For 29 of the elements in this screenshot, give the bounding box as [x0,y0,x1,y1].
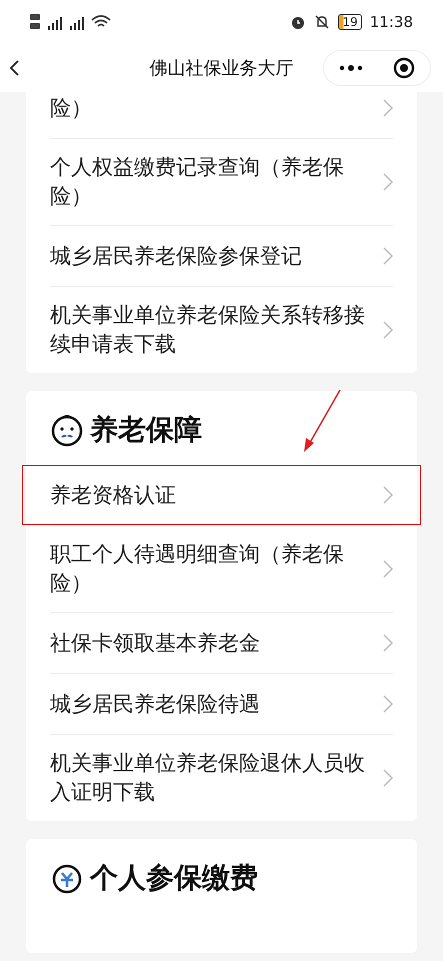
chevron-icon [383,486,393,504]
section-heading: 养老保障 [90,412,202,448]
menu-item[interactable]: 城乡居民养老保险待遇 [50,690,260,718]
chevron-icon [383,560,393,578]
alarm-icon [290,14,306,30]
chevron-icon [383,173,393,191]
menu-item[interactable]: 养老资格认证 [50,480,176,510]
page-title: 佛山社保业务大厅 [150,57,294,80]
battery-indicator: 19 [338,14,362,30]
menu-item[interactable]: 机关事业单位养老保险退休人员收入证明下载 [50,749,368,807]
menu-item[interactable]: 险） [50,94,92,122]
chevron-icon [383,99,393,117]
back-icon[interactable] [9,60,21,76]
menu-item[interactable]: 职工个人待遇明细查询（养老保险） [50,540,368,598]
mute-icon [314,14,330,30]
chevron-icon [383,321,393,339]
menu-item[interactable]: 社保卡领取基本养老金 [50,628,260,658]
chevron-icon [383,769,393,787]
chevron-icon [383,247,393,265]
more-icon[interactable] [339,64,363,72]
face-icon [50,413,84,447]
clock-time: 11:38 [370,13,413,31]
close-icon[interactable] [393,57,415,79]
section-heading: 个人参保缴费 [90,860,258,896]
menu-item[interactable]: 城乡居民养老保险参保登记 [50,242,302,270]
menu-item[interactable]: 个人权益缴费记录查询（养老保险） [50,153,368,211]
chevron-icon [383,695,393,713]
chevron-icon [383,634,393,652]
menu-item[interactable]: 机关事业单位养老保险关系转移接续申请表下载 [50,301,368,359]
